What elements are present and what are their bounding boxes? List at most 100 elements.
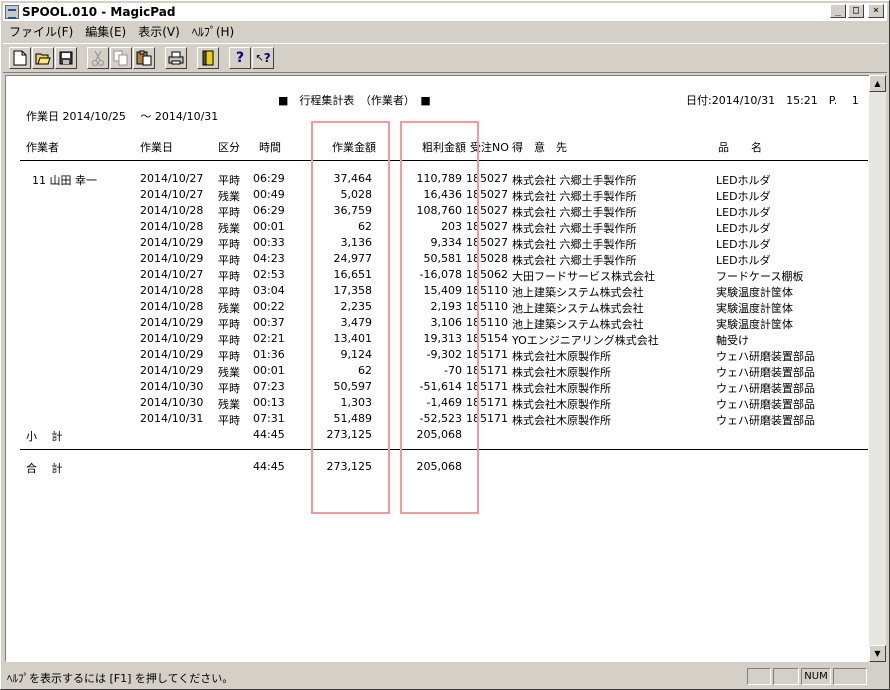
cell-item: LEDホルダ — [716, 206, 771, 219]
app-window: SPOOL.010 - MagicPad _ □ × ファイル(F) 編集(E)… — [0, 0, 890, 690]
report-title: ■ 行程集計表 （作業者） ■ — [278, 94, 431, 107]
total-time: 44:45 — [253, 460, 285, 473]
print-icon[interactable] — [165, 47, 187, 69]
cell-client: 株式会社 六郷土手製作所 — [512, 254, 637, 267]
app-icon[interactable] — [5, 5, 19, 19]
cell-kubun: 平時 — [218, 414, 240, 427]
cell-item: ウェハ研磨装置部品 — [716, 382, 815, 395]
subtotal-time: 44:45 — [253, 428, 285, 441]
cell-kubun: 平時 — [218, 334, 240, 347]
header-date: 作業日 — [140, 141, 173, 154]
cell-kubun: 平時 — [218, 238, 240, 251]
menu-view[interactable]: 表示(V) — [132, 23, 186, 40]
help-icon[interactable]: ? — [229, 47, 251, 69]
cell-date: 2014/10/28 — [140, 300, 204, 313]
cell-date: 2014/10/28 — [140, 220, 204, 233]
cell-item: ウェハ研磨装置部品 — [716, 366, 815, 379]
cell-item: ウェハ研磨装置部品 — [716, 398, 815, 411]
cell-date: 2014/10/30 — [140, 380, 204, 393]
cell-time: 04:23 — [253, 252, 285, 265]
cell-client: 池上建築システム株式会社 — [512, 302, 644, 315]
status-panel-scrl — [833, 668, 867, 685]
scroll-up-icon[interactable]: ▲ — [869, 75, 886, 92]
cell-date: 2014/10/29 — [140, 316, 204, 329]
cell-kubun: 平時 — [218, 206, 240, 219]
cell-date: 2014/10/27 — [140, 172, 204, 185]
title-bar[interactable]: SPOOL.010 - MagicPad _ □ × — [3, 3, 887, 21]
cell-time: 00:13 — [253, 396, 285, 409]
cell-time: 02:21 — [253, 332, 285, 345]
cell-kubun: 平時 — [218, 270, 240, 283]
cell-client: 株式会社 六郷土手製作所 — [512, 206, 637, 219]
cell-date: 2014/10/28 — [140, 284, 204, 297]
menu-bar: ファイル(F) 編集(E) 表示(V) ﾍﾙﾌﾟ(H) — [3, 22, 240, 40]
status-num: NUM — [801, 668, 831, 685]
menu-edit[interactable]: 編集(E) — [79, 23, 132, 40]
cut-icon[interactable] — [87, 47, 109, 69]
new-icon[interactable] — [9, 47, 31, 69]
menu-help[interactable]: ﾍﾙﾌﾟ(H) — [186, 23, 240, 40]
copy-icon[interactable] — [110, 47, 132, 69]
book-icon[interactable] — [197, 47, 219, 69]
cell-client: 池上建築システム株式会社 — [512, 286, 644, 299]
cell-kubun: 平時 — [218, 254, 240, 267]
cell-kubun: 残業 — [218, 222, 240, 235]
report-date: 日付:2014/10/31 15:21 P. 1 — [686, 94, 859, 107]
context-help-icon[interactable]: ↖? — [252, 47, 274, 69]
open-icon[interactable] — [32, 47, 54, 69]
cell-kubun: 平時 — [218, 318, 240, 331]
cell-time: 06:29 — [253, 204, 285, 217]
vertical-scrollbar[interactable]: ▲ ▼ — [869, 75, 886, 662]
cell-item: LEDホルダ — [716, 190, 771, 203]
cell-date: 2014/10/29 — [140, 252, 204, 265]
cell-item: ウェハ研磨装置部品 — [716, 414, 815, 427]
cell-client: 大田フードサービス株式会社 — [512, 270, 655, 283]
status-text: ﾍﾙﾌﾟを表示するには [F1] を押してください。 — [7, 672, 234, 685]
subtotal-label: 小 計 — [26, 430, 63, 443]
cell-client: 株式会社 六郷土手製作所 — [512, 222, 637, 235]
paste-icon[interactable] — [133, 47, 155, 69]
cell-item: ウェハ研磨装置部品 — [716, 350, 815, 363]
cell-kubun: 残業 — [218, 398, 240, 411]
close-button[interactable]: × — [868, 4, 884, 18]
header-time: 時間 — [259, 141, 281, 154]
save-icon[interactable] — [55, 47, 77, 69]
cell-date: 2014/10/27 — [140, 268, 204, 281]
cell-item: 軸受け — [716, 334, 749, 347]
cell-kubun: 残業 — [218, 302, 240, 315]
document-area[interactable]: ■ 行程集計表 （作業者） ■ 日付:2014/10/31 15:21 P. 1… — [5, 75, 871, 662]
cell-item: 実験温度計筐体 — [716, 318, 793, 331]
cell-client: 池上建築システム株式会社 — [512, 318, 644, 331]
maximize-button[interactable]: □ — [848, 4, 864, 18]
cell-client: 株式会社木原製作所 — [512, 398, 611, 411]
profit-highlight-box — [400, 121, 479, 514]
cell-time: 00:22 — [253, 300, 285, 313]
cell-client: 株式会社 六郷土手製作所 — [512, 238, 637, 251]
total-label: 合 計 — [26, 462, 63, 475]
toolbar: ? ↖? — [3, 43, 887, 73]
cell-date: 2014/10/30 — [140, 396, 204, 409]
minimize-button[interactable]: _ — [830, 4, 846, 18]
cell-kubun: 平時 — [218, 382, 240, 395]
cell-time: 07:31 — [253, 412, 285, 425]
cell-time: 00:01 — [253, 364, 285, 377]
header-item: 品 名 — [718, 141, 762, 154]
cell-item: LEDホルダ — [716, 174, 771, 187]
cell-client: 株式会社 六郷土手製作所 — [512, 174, 637, 187]
cell-date: 2014/10/29 — [140, 332, 204, 345]
status-bar: ﾍﾙﾌﾟを表示するには [F1] を押してください。 NUM — [3, 667, 887, 687]
cell-item: フードケース棚板 — [716, 270, 804, 283]
cell-date: 2014/10/29 — [140, 364, 204, 377]
cell-client: 株式会社木原製作所 — [512, 414, 611, 427]
cell-kubun: 平時 — [218, 350, 240, 363]
cell-time: 00:33 — [253, 236, 285, 249]
scroll-down-icon[interactable]: ▼ — [869, 645, 886, 662]
cell-kubun: 平時 — [218, 286, 240, 299]
header-client: 得 意 先 — [512, 141, 567, 154]
menu-file[interactable]: ファイル(F) — [3, 23, 79, 40]
cell-time: 03:04 — [253, 284, 285, 297]
cell-item: LEDホルダ — [716, 222, 771, 235]
header-worker: 作業者 — [26, 141, 59, 154]
amount-highlight-box — [311, 121, 390, 514]
cell-item: LEDホルダ — [716, 238, 771, 251]
